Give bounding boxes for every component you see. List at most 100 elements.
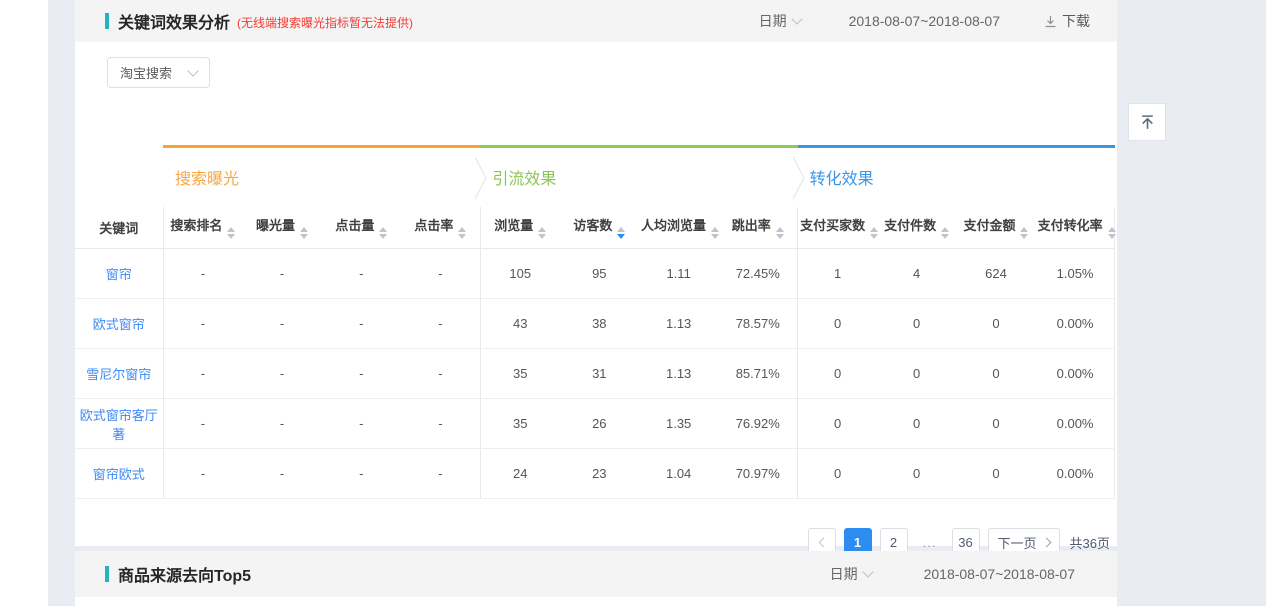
download-button[interactable]: 下载 [1044,11,1090,31]
sort-icon[interactable] [870,227,878,239]
cell: - [242,449,321,499]
sort-icon[interactable] [379,227,387,239]
keyword-cell: 欧式窗帘 [75,299,163,349]
chevron-right-icon [1041,537,1051,547]
cell: 70.97% [718,449,797,499]
keyword-link[interactable]: 欧式窗帘客厅著 [80,408,158,442]
group-label: 转化效果 [810,171,874,188]
cell: - [322,249,401,299]
col-header-paying-buyers[interactable]: 支付买家数 [798,207,877,249]
chevron-left-icon [818,537,828,547]
group-conversion-effect: 转化效果 [798,147,1115,207]
cell: 0 [956,399,1035,449]
sort-icon[interactable] [300,227,308,239]
cell: 0.00% [1036,299,1115,349]
col-header-payment-amount[interactable]: 支付金额 [956,207,1035,249]
cell: - [242,299,321,349]
col-header-paid-items[interactable]: 支付件数 [877,207,956,249]
section1-note: (无线端搜索曝光指标暂无法提供) [237,12,413,31]
date-range-value[interactable]: 2018-08-07~2018-08-07 [924,566,1075,582]
sort-icon[interactable] [227,227,235,239]
keyword-analysis-card: 关键词效果分析 (无线端搜索曝光指标暂无法提供) 日期 2018-08-07~2… [75,0,1117,546]
chevron-down-icon [187,65,198,76]
page-left-gutter [0,0,48,606]
title-accent-bar [105,566,109,582]
back-to-top-button[interactable] [1128,103,1166,141]
cell: 38 [560,299,639,349]
sort-icon[interactable] [1020,227,1028,239]
cell: 26 [560,399,639,449]
col-header-exposure[interactable]: 曝光量 [242,207,321,249]
cell: 43 [480,299,559,349]
arrow-up-to-line-icon [1139,114,1156,131]
cell: 0 [956,449,1035,499]
sort-icon[interactable] [711,227,719,239]
cell: 78.57% [718,299,797,349]
table-row: 窗帘 - - - - 105 95 1.11 72.45% 1 4 624 1.… [75,249,1115,299]
cell: 1.35 [639,399,718,449]
group-spacer [75,147,163,207]
sort-icon-active[interactable] [617,227,625,239]
date-dropdown-label: 日期 [759,11,787,31]
sort-icon[interactable] [458,227,466,239]
cell: 0 [798,399,877,449]
cell: 105 [480,249,559,299]
keyword-link[interactable]: 欧式窗帘 [93,317,145,332]
col-header-pageviews[interactable]: 浏览量 [480,207,559,249]
cell: 35 [480,399,559,449]
col-header-ctr[interactable]: 点击率 [401,207,480,249]
cell: 1.11 [639,249,718,299]
keyword-link[interactable]: 窗帘 [106,267,132,282]
cell: - [322,299,401,349]
sort-icon[interactable] [941,227,949,239]
date-dropdown[interactable]: 日期 [830,564,872,584]
cell: - [163,349,242,399]
date-range-value[interactable]: 2018-08-07~2018-08-07 [849,13,1000,29]
col-header-search-rank[interactable]: 搜索排名 [163,207,242,249]
keyword-link[interactable]: 雪尼尔窗帘 [86,367,151,382]
section1-title-block: 关键词效果分析 (无线端搜索曝光指标暂无法提供) [105,9,413,33]
table-row: 欧式窗帘客厅著 - - - - 35 26 1.35 76.92% 0 0 0 … [75,399,1115,449]
cell: 1 [798,249,877,299]
download-label: 下载 [1062,11,1090,31]
cell: 0 [877,449,956,499]
cell: 35 [480,349,559,399]
col-header-clicks[interactable]: 点击量 [322,207,401,249]
col-header-payment-conversion[interactable]: 支付转化率 [1036,207,1115,249]
cell: - [242,249,321,299]
cell: - [401,399,480,449]
group-traffic-effect: 引流效果 [480,147,797,207]
table-row: 窗帘欧式 - - - - 24 23 1.04 70.97% 0 0 0 0.0… [75,449,1115,499]
col-header-bounce-rate[interactable]: 跳出率 [718,207,797,249]
col-header-visitors[interactable]: 访客数 [560,207,639,249]
sort-icon[interactable] [776,227,784,239]
column-header-row: 关键词 搜索排名 曝光量 点击量 点击率 浏览量 访客数 人均浏览量 跳出率 支… [75,207,1115,249]
source-top5-header: 商品来源去向Top5 日期 2018-08-07~2018-08-07 [75,551,1117,597]
keyword-cell: 窗帘欧式 [75,449,163,499]
date-dropdown-label: 日期 [830,564,858,584]
keyword-cell: 欧式窗帘客厅著 [75,399,163,449]
date-dropdown[interactable]: 日期 [759,11,801,31]
pagination-total: 共36页 [1070,533,1110,552]
sort-icon[interactable] [538,227,546,239]
section1-header: 关键词效果分析 (无线端搜索曝光指标暂无法提供) 日期 2018-08-07~2… [75,0,1117,42]
keyword-cell: 雪尼尔窗帘 [75,349,163,399]
cell: - [401,449,480,499]
group-header-row: 搜索曝光 引流效果 转化效果 [75,147,1115,207]
group-separator-chevron-icon [792,156,805,200]
cell: 1.13 [639,349,718,399]
sort-icon[interactable] [1108,227,1116,239]
cell: 0.00% [1036,449,1115,499]
title-accent-bar [105,13,109,29]
cell: - [242,399,321,449]
table-row: 雪尼尔窗帘 - - - - 35 31 1.13 85.71% 0 0 0 0.… [75,349,1115,399]
cell: - [401,249,480,299]
channel-select-value: 淘宝搜索 [120,63,172,82]
cell: 0.00% [1036,349,1115,399]
channel-select[interactable]: 淘宝搜索 [107,57,210,88]
cell: 72.45% [718,249,797,299]
cell: 23 [560,449,639,499]
col-header-avg-pageviews[interactable]: 人均浏览量 [639,207,718,249]
keyword-link[interactable]: 窗帘欧式 [93,467,145,482]
cell: 76.92% [718,399,797,449]
